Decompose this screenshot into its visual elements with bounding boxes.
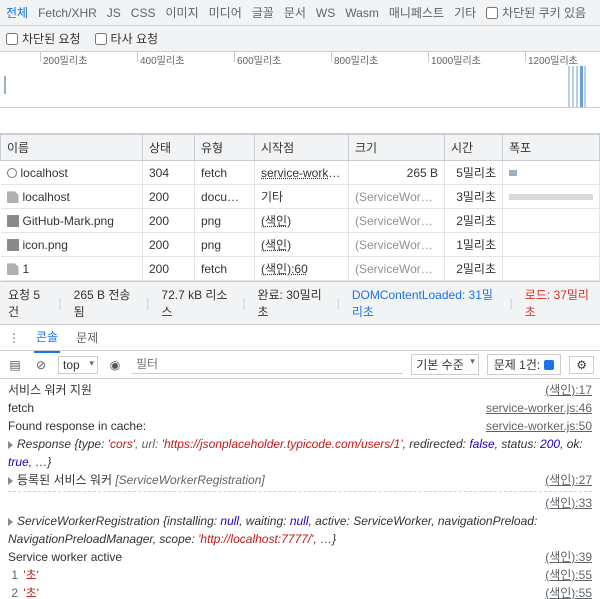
tick: 1200밀리초 [525,52,578,62]
source-link[interactable]: (색인):55 [545,584,592,599]
sidebar-toggle-icon[interactable]: ▤ [6,356,24,374]
doc-icon [7,191,19,203]
source-link[interactable]: service-worker.js:46 [486,399,592,417]
tick: 600밀리초 [234,52,281,62]
issue-badge-icon [544,360,554,370]
tick: 400밀리초 [137,52,184,62]
tick: 200밀리초 [40,52,87,62]
timeline-bar [4,76,6,94]
log-object[interactable]: ServiceWorkerRegistration {installing: n… [8,512,592,548]
summary-load: 로드: 37밀리초 [525,286,592,320]
col-header[interactable]: 시작점 [255,135,349,161]
img-icon [7,239,19,251]
requests-table: 이름상태유형시작점크기시간폭포 localhost304fetchservice… [0,134,600,281]
drawer-tabs: ⋮ 콘솔 문제 [0,325,600,351]
console-output: 서비스 워커 지원 (색인):17 fetch service-worker.js:… [0,379,600,599]
img-icon [7,215,19,227]
filter-기타[interactable]: 기타 [454,4,476,21]
filter-Fetch/XHR[interactable]: Fetch/XHR [38,6,97,20]
col-header[interactable]: 상태 [143,135,195,161]
log-line: Found response in cache: [8,417,478,435]
blocked-cookie-checkbox[interactable]: 차단된 쿠키 있음 [486,4,586,21]
console-filter-input[interactable] [132,355,403,374]
extra-filter-bar: 차단된 요청 타사 요청 [0,26,600,52]
filter-JS[interactable]: JS [107,6,121,20]
filter-글꼴[interactable]: 글꼴 [252,4,274,21]
type-filter-bar: 전체 Fetch/XHR JS CSS 이미지 미디어 글꼴 문서 WS Wasm 매니페스트 기타 차… [0,0,600,26]
eye-icon[interactable]: ◉ [106,356,124,374]
source-link[interactable]: (색인):55 [545,566,592,584]
source-link[interactable]: (색인):33 [545,494,592,512]
table-row[interactable]: localhost304fetchservice-worker.j…265 B5… [1,161,600,185]
issues-indicator[interactable]: 문제 1건: [487,354,561,375]
filter-문서[interactable]: 문서 [284,4,306,21]
log-line: 1 '초'(색인):55 [8,566,592,584]
gear-icon [7,168,17,178]
col-header[interactable]: 폭포 [503,135,600,161]
console-settings-icon[interactable]: ⚙ [569,356,594,374]
col-header[interactable]: 이름 [1,135,143,161]
tick: 800밀리초 [331,52,378,62]
source-link[interactable]: (색인):17 [545,381,592,399]
filter-매니페스트[interactable]: 매니페스트 [389,4,444,21]
kebab-icon[interactable]: ⋮ [8,331,20,345]
expand-icon[interactable] [8,477,13,485]
col-header[interactable]: 크기 [349,135,445,161]
log-line: 2 '초'(색인):55 [8,584,592,599]
log-line: Service worker active [8,548,537,566]
doc-icon [7,263,19,275]
summary-bar: 요청 5건| 265 B 전송됨| 72.7 kB 리소스| 완료: 30밀리초… [0,281,600,325]
table-row[interactable]: localhost200docume…기타(ServiceWorker)3밀리초 [1,185,600,209]
context-select[interactable]: top [58,356,98,374]
blocked-requests-checkbox[interactable]: 차단된 요청 [6,30,81,47]
table-row[interactable]: 1200fetch(색인):60(ServiceWorker)2밀리초 [1,257,600,281]
summary-dcl: DOMContentLoaded: 31밀리초 [352,286,498,320]
summary-requests: 요청 5건 [8,286,47,320]
expand-icon[interactable] [8,441,13,449]
summary-resources: 72.7 kB 리소스 [161,286,230,320]
filter-미디어[interactable]: 미디어 [209,4,242,21]
timeline-overview[interactable]: 200밀리초 400밀리초 600밀리초 800밀리초 1000밀리초 1200밀리초 [0,52,600,108]
summary-finish: 완료: 30밀리초 [257,286,324,320]
log-line: 서비스 워커 지원 [8,381,537,399]
filter-전체[interactable]: 전체 [6,4,28,21]
clear-console-icon[interactable]: ⊘ [32,356,50,374]
thirdparty-checkbox[interactable]: 타사 요청 [95,30,159,47]
col-header[interactable]: 유형 [195,135,255,161]
table-row[interactable]: icon.png200png(색인)(ServiceWorker)1밀리초 [1,233,600,257]
timeline-end-markers [568,66,586,107]
filter-CSS[interactable]: CSS [131,6,156,20]
tab-issues[interactable]: 문제 [74,323,100,352]
summary-transferred: 265 B 전송됨 [74,286,135,320]
filter-이미지[interactable]: 이미지 [165,4,198,21]
table-row[interactable]: GitHub-Mark.png200png(색인)(ServiceWorker)… [1,209,600,233]
log-line: 등록된 서비스 워커 [ServiceWorkerRegistration] [8,471,537,489]
source-link[interactable]: (색인):27 [545,471,592,489]
filter-WS[interactable]: WS [316,6,335,20]
expand-icon[interactable] [8,518,13,526]
log-levels-select[interactable]: 기본 수준 [411,354,479,375]
source-link[interactable]: service-worker.js:50 [486,417,592,435]
source-link[interactable]: (색인):39 [545,548,592,566]
log-object[interactable]: Response {type: 'cors', url: 'https://js… [8,435,592,471]
console-toolbar: ▤ ⊘ top ◉ 기본 수준 문제 1건: ⚙ [0,351,600,379]
col-header[interactable]: 시간 [445,135,503,161]
log-line: fetch [8,399,478,417]
filter-Wasm[interactable]: Wasm [345,6,379,20]
tab-console[interactable]: 콘솔 [34,322,60,353]
tick: 1000밀리초 [428,52,481,62]
